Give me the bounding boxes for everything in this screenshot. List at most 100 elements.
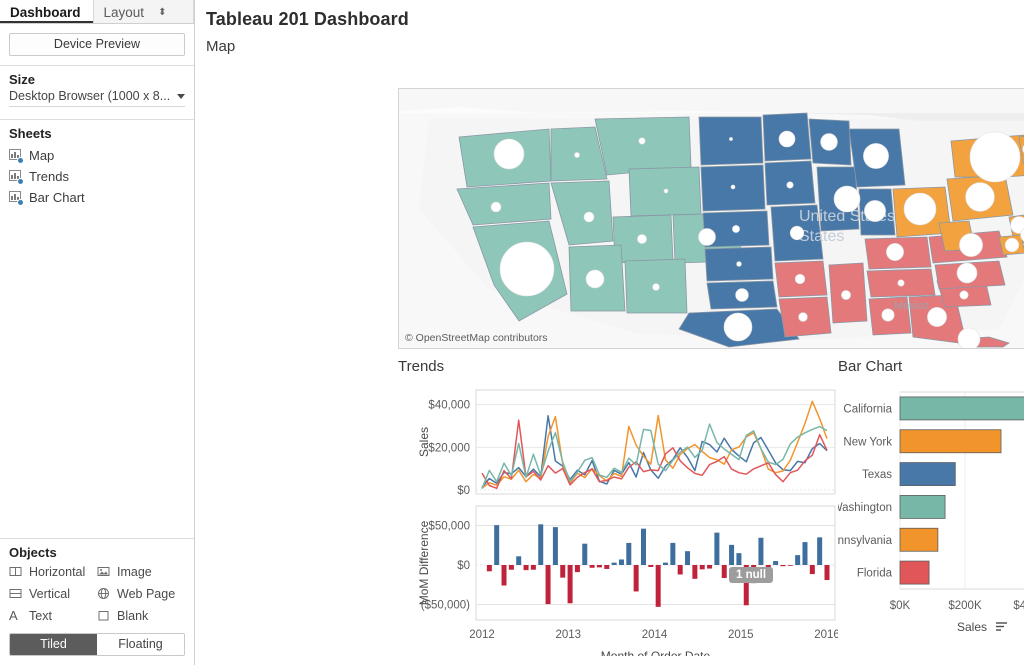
bar-sheet-title: Bar Chart	[838, 358, 903, 375]
bar-chart-sheet[interactable]: Bar Chart $0K $200K $400K California New Yor…	[838, 358, 1024, 658]
svg-text:$0: $0	[457, 560, 470, 572]
svg-text:$50,000: $50,000	[428, 521, 470, 533]
bar	[899, 495, 946, 519]
object-horizontal[interactable]: Horizontal	[9, 562, 97, 581]
map-svg[interactable]: United States States Mexico	[399, 89, 1024, 348]
svg-text:$200K: $200K	[948, 600, 982, 612]
chevron-down-icon	[177, 93, 185, 99]
mom-bar	[494, 525, 500, 565]
trends-chart[interactable]: $0$20,000$40,000Sales$50,000$0($50,000)M…	[398, 384, 838, 656]
object-vertical[interactable]: Vertical	[9, 584, 97, 603]
mom-bar	[596, 565, 602, 568]
mom-bar	[663, 562, 669, 565]
svg-text:States: States	[799, 228, 844, 245]
svg-text:2012: 2012	[469, 629, 495, 641]
mom-bar	[530, 565, 536, 570]
svg-text:Sales: Sales	[957, 620, 987, 634]
object-web-page[interactable]: Web Page	[97, 584, 185, 603]
tab-layout[interactable]: Layout ⬍	[92, 0, 194, 23]
map-neighbor-label: Mexico	[894, 300, 929, 312]
mom-bar	[618, 559, 624, 565]
map-sheet[interactable]: United States States Mexico © OpenStreet…	[398, 88, 1024, 349]
object-blank[interactable]: Blank	[97, 606, 185, 625]
mom-bar	[589, 565, 595, 568]
svg-text:2015: 2015	[728, 629, 754, 641]
floating-mode-button[interactable]: Floating	[97, 634, 184, 655]
mom-bar	[809, 565, 815, 575]
tab-dashboard[interactable]: Dashboard	[0, 0, 93, 23]
object-image[interactable]: Image	[97, 562, 185, 581]
dashboard-canvas: Tableau 201 Dashboard Map United States …	[195, 0, 1024, 665]
image-icon	[97, 565, 110, 578]
text-icon: A	[9, 608, 18, 623]
svg-text:Florida: Florida	[857, 568, 893, 580]
mom-bar	[626, 542, 632, 565]
svg-text:California: California	[843, 403, 892, 415]
object-label: Text	[29, 608, 52, 623]
tab-layout-label: Layout	[103, 5, 145, 20]
map-attribution: © OpenStreetMap contributors	[405, 332, 548, 344]
sidebar-item-bar-chart[interactable]: Bar Chart	[9, 187, 194, 208]
object-label: Horizontal	[29, 564, 86, 579]
object-label: Image	[117, 564, 152, 579]
worksheet-icon	[9, 149, 24, 164]
objects-section-title: Objects	[9, 545, 57, 560]
mom-bar	[707, 565, 713, 569]
mom-bar	[633, 565, 639, 592]
svg-text:Sales: Sales	[417, 427, 431, 457]
tiled-mode-button[interactable]: Tiled	[10, 634, 97, 655]
null-indicator-badge[interactable]: 1 null	[729, 567, 774, 583]
sidebar-tabstrip: Dashboard Layout ⬍	[0, 0, 194, 24]
mom-bar	[574, 565, 580, 573]
blank-icon	[97, 609, 110, 622]
object-label: Vertical	[29, 586, 70, 601]
globe-icon	[97, 587, 110, 600]
mom-bar	[685, 551, 691, 565]
state-MT	[594, 116, 692, 176]
trends-sheet-title: Trends	[398, 358, 445, 375]
size-section-title: Size	[9, 72, 36, 87]
objects-panel: Objects Horizontal Image Vertical Web Pa…	[0, 538, 194, 665]
vertical-container-icon	[9, 587, 22, 600]
mom-bar	[501, 565, 507, 586]
svg-text:$0K: $0K	[890, 600, 911, 612]
object-text[interactable]: A Text	[9, 606, 97, 625]
svg-text:MoM Difference: MoM Difference	[417, 520, 431, 605]
mom-bar	[486, 565, 492, 572]
mom-bar	[523, 565, 529, 571]
mom-bar	[582, 543, 588, 565]
bar	[899, 396, 1024, 421]
sheet-label: Trends	[29, 169, 69, 184]
svg-text:2013: 2013	[555, 629, 581, 641]
bar	[899, 560, 930, 585]
layout-mode-toggle: Tiled Floating	[9, 633, 185, 656]
objects-grid: Horizontal Image Vertical Web Page A Tex…	[0, 562, 194, 631]
mom-bar	[773, 561, 779, 565]
spinner-icon[interactable]: ⬍	[158, 3, 166, 23]
svg-text:2016: 2016	[814, 629, 838, 641]
svg-text:$400K: $400K	[1013, 600, 1024, 612]
device-preview-button[interactable]: Device Preview	[9, 33, 185, 56]
bar-chart[interactable]: $0K $200K $400K California New York Texas Wash…	[838, 384, 1024, 656]
mom-bar	[516, 556, 522, 565]
map-sheet-title: Map	[206, 38, 236, 55]
trends-sheet[interactable]: Trends $0 $20,000 $40,000 Sales $50,000 $0 ($5…	[398, 358, 838, 658]
mom-bar	[655, 565, 661, 607]
sidebar-item-map[interactable]: Map	[9, 145, 194, 166]
size-dropdown[interactable]: Desktop Browser (1000 x 8...	[9, 89, 185, 107]
map-frame[interactable]: United States States Mexico © OpenStreet…	[398, 88, 1024, 349]
svg-text:2014: 2014	[642, 629, 668, 641]
sidebar-item-trends[interactable]: Trends	[9, 166, 194, 187]
mom-bar	[508, 565, 514, 570]
mom-bar	[545, 565, 551, 605]
sheet-label: Bar Chart	[29, 190, 85, 205]
mom-bar	[721, 565, 727, 579]
mom-bar	[538, 524, 544, 565]
worksheet-icon	[9, 170, 24, 185]
mom-bar	[611, 562, 617, 565]
svg-text:$20,000: $20,000	[428, 442, 470, 454]
bar	[899, 527, 939, 552]
mom-bar	[604, 565, 610, 569]
svg-text:Texas: Texas	[862, 469, 892, 481]
svg-text:Month of Order Date: Month of Order Date	[601, 649, 711, 656]
